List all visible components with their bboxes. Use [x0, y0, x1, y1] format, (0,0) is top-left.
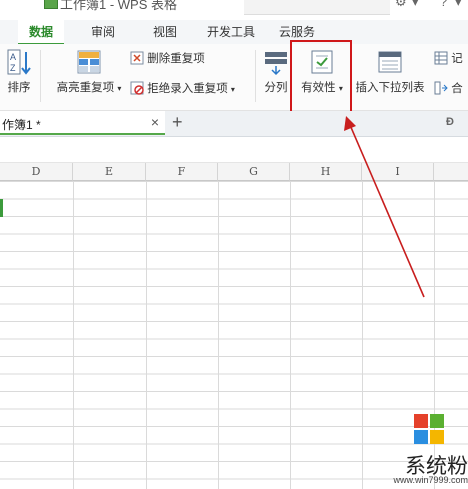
tab-menu-icon[interactable]: Ð [446, 116, 454, 128]
reject-duplicate-entries-button[interactable]: 拒绝录入重复项 ▾ [130, 80, 235, 96]
record-label: 记 [451, 53, 463, 65]
merge-icon [434, 81, 448, 95]
chevron-down-icon[interactable]: ▾ [455, 0, 462, 10]
column-header-i[interactable]: I [362, 163, 434, 181]
dropdown-list-icon [378, 51, 402, 73]
svg-text:A: A [10, 52, 16, 62]
highlight-duplicates-icon [77, 50, 101, 74]
column-header-g[interactable]: G [218, 163, 290, 181]
insert-dropdown-list-label: 插入下拉列表 [355, 82, 425, 94]
document-tab[interactable]: 作簿1 * × [0, 111, 165, 135]
column-header-h[interactable]: H [290, 163, 362, 181]
delete-duplicates-icon [130, 51, 144, 65]
grid-line [218, 181, 219, 489]
tab-view[interactable]: 视图 [142, 20, 188, 44]
sort-button[interactable]: A Z 排序 [4, 48, 34, 95]
merge-button[interactable]: 合 [434, 80, 463, 96]
chevron-down-icon[interactable]: ▾ [412, 0, 419, 10]
split-columns-icon [265, 52, 287, 76]
record-icon [434, 51, 448, 65]
watermark-url: www.win7999.com [393, 475, 468, 485]
split-columns-label: 分列 [264, 82, 288, 94]
highlight-duplicates-button[interactable]: 高亮重复项 ▾ [52, 48, 126, 95]
highlight-duplicates-label: 高亮重复项 [56, 82, 115, 94]
spreadsheet-grid[interactable]: D E F G H I [0, 163, 468, 489]
record-button[interactable]: 记 [434, 50, 463, 66]
document-tab-label: 作簿1 * [2, 118, 41, 132]
split-columns-button[interactable]: 分列 [262, 48, 290, 95]
tab-developer[interactable]: 开发工具 [200, 20, 262, 44]
window-title: 工作簿1 - WPS 表格 [60, 0, 178, 12]
ribbon-separator [255, 50, 256, 102]
grid-line [290, 181, 291, 489]
grid-line [362, 181, 363, 489]
svg-text:Z: Z [10, 63, 16, 73]
ribbon-separator [40, 50, 41, 102]
column-header-e[interactable]: E [73, 163, 146, 181]
help-icon[interactable]: ? [440, 0, 447, 9]
cell-area[interactable] [0, 181, 468, 489]
document-tab-bar: 作簿1 * × + Ð [0, 111, 468, 137]
title-bar: 工作簿1 - WPS 表格 ⚙ ▾ ? ▾ [0, 0, 468, 20]
reject-duplicates-icon [130, 81, 144, 95]
formula-bar[interactable] [0, 137, 468, 163]
ribbon-panel: A Z 排序 高亮重复项 ▾ 删除重复项 拒绝录入重复项 ▾ 分列 有效性 ▾ … [0, 44, 468, 111]
tab-data[interactable]: 数据 [18, 20, 64, 45]
delete-duplicates-label: 删除重复项 [147, 53, 205, 65]
sort-label: 排序 [7, 82, 31, 94]
sort-icon: A Z [7, 49, 31, 75]
column-header-d[interactable]: D [0, 163, 73, 181]
active-cell-marker [0, 199, 3, 217]
grid-line [146, 181, 147, 489]
column-header-j[interactable] [434, 163, 468, 181]
add-tab-icon[interactable]: + [172, 112, 183, 133]
grid-line [73, 181, 74, 489]
ribbon-tab-bar: 数据 审阅 视图 开发工具 云服务 [0, 20, 468, 45]
reject-duplicates-label: 拒绝录入重复项 [147, 83, 228, 95]
delete-duplicates-button[interactable]: 删除重复项 [130, 50, 205, 66]
tab-review[interactable]: 审阅 [80, 20, 126, 44]
column-header-f[interactable]: F [146, 163, 218, 181]
annotation-highlight-box [290, 40, 352, 114]
close-icon[interactable]: × [151, 114, 159, 130]
title-search-box[interactable] [244, 0, 390, 15]
merge-label: 合 [451, 83, 463, 95]
wps-sheet-icon [44, 0, 58, 9]
settings-icon[interactable]: ⚙ [395, 0, 407, 10]
insert-dropdown-list-button[interactable]: 插入下拉列表 [352, 48, 428, 95]
